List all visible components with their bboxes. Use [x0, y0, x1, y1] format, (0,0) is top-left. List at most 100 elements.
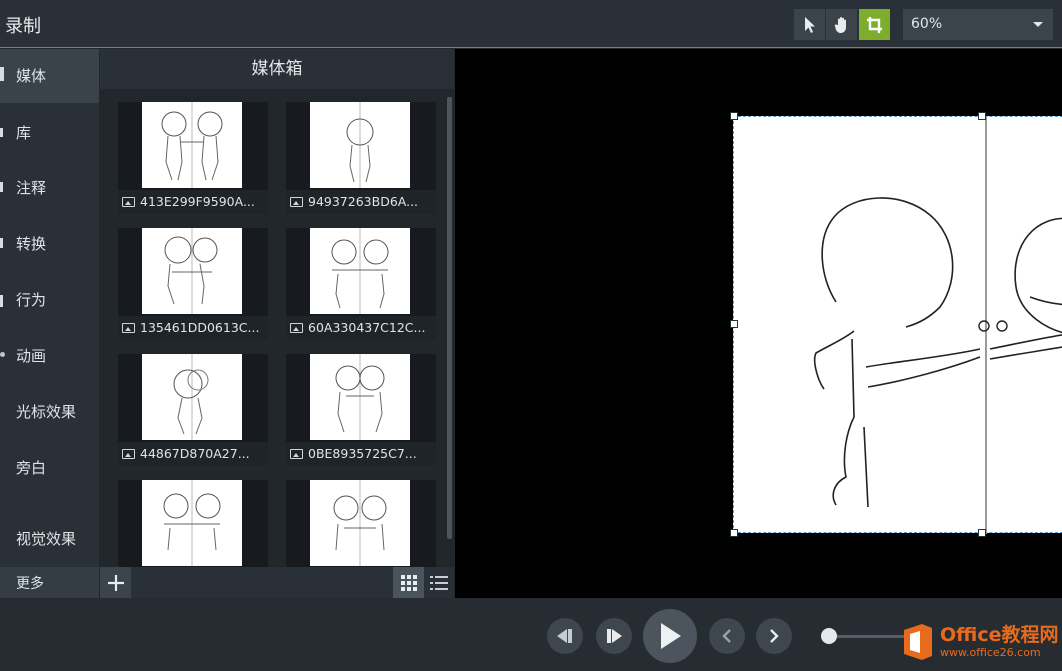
grid-view-icon	[400, 574, 417, 591]
more-button[interactable]: 更多	[0, 567, 99, 598]
canvas-media[interactable]	[733, 116, 1062, 534]
media-thumbnail	[310, 102, 410, 188]
media-item-name: 413E299F9590A...	[118, 190, 268, 214]
resize-handle[interactable]	[730, 529, 738, 537]
add-media-button[interactable]	[100, 567, 131, 598]
media-item[interactable]: 94937263BD6A...	[286, 102, 436, 214]
sidebar-item-label: 光标效果	[16, 403, 77, 421]
media-item-name: 0BE8935725C7...	[286, 442, 436, 466]
media-item-name: 44867D870A27...	[118, 442, 268, 466]
sidebar-item-label: 库	[16, 124, 32, 142]
image-icon	[290, 323, 303, 333]
media-thumbnail	[142, 480, 242, 566]
media-thumbnail	[142, 354, 242, 440]
previous-button[interactable]	[709, 618, 745, 654]
media-bin-footer	[100, 567, 454, 598]
sidebar-item-transitions[interactable]: 转换	[0, 217, 99, 271]
sidebar-item-animations[interactable]: 动画	[0, 329, 99, 383]
list-view-button[interactable]	[424, 567, 454, 598]
sidebar-item-voice-narration[interactable]: 旁白	[0, 441, 99, 495]
sidebar-item-media[interactable]: 媒体	[0, 49, 99, 103]
step-back-button[interactable]	[547, 618, 583, 654]
media-item-name: 94937263BD6A...	[286, 190, 436, 214]
image-icon	[122, 197, 135, 207]
media-thumbnail	[310, 480, 410, 566]
sidebar-item-label: 视觉效果	[16, 530, 77, 548]
sidebar-item-visual-effects[interactable]: 视觉效果	[0, 512, 99, 566]
media-icon	[0, 67, 4, 81]
media-item[interactable]	[286, 480, 436, 567]
crop-tool-button[interactable]	[859, 9, 890, 40]
app-window: 录制 60% 媒体 库 注释 转换 行为 动画 光标效果 旁白 视觉效果 更多 …	[0, 0, 1062, 671]
image-icon	[122, 449, 135, 459]
next-button[interactable]	[756, 618, 792, 654]
resize-handle[interactable]	[978, 529, 986, 537]
image-icon	[122, 323, 135, 333]
grid-view-button[interactable]	[393, 567, 424, 598]
media-bin-panel: 媒体箱 413E299F9590A... 94937263BD6A... 135…	[100, 49, 454, 598]
media-thumbnail	[310, 354, 410, 440]
sidebar-item-annotations[interactable]: 注释	[0, 161, 99, 215]
resize-handle[interactable]	[978, 112, 986, 120]
scrubber-track[interactable]	[828, 635, 908, 638]
sidebar: 媒体 库 注释 转换 行为 动画 光标效果 旁白 视觉效果	[0, 49, 99, 598]
image-icon	[290, 197, 303, 207]
media-thumbnail	[142, 228, 242, 314]
media-item[interactable]: 0BE8935725C7...	[286, 354, 436, 466]
sidebar-item-cursor-effects[interactable]: 光标效果	[0, 385, 99, 439]
library-icon	[0, 128, 3, 137]
watermark: Office教程网 www.office26.com	[900, 618, 1062, 666]
sidebar-item-label: 行为	[16, 291, 47, 309]
media-item[interactable]: 44867D870A27...	[118, 354, 268, 466]
sidebar-item-label: 动画	[16, 347, 47, 365]
top-bar: 录制 60%	[0, 0, 1062, 48]
play-button[interactable]	[643, 609, 697, 663]
watermark-url: www.office26.com	[940, 646, 1041, 659]
media-item[interactable]: 135461DD0613C...	[118, 228, 268, 340]
zoom-dropdown[interactable]: 60%	[903, 9, 1053, 40]
step-back-icon	[557, 629, 572, 643]
zoom-value: 60%	[911, 16, 943, 32]
media-bin-scrollbar[interactable]	[447, 97, 452, 539]
animations-icon	[0, 352, 5, 357]
media-bin-title: 媒体箱	[100, 49, 454, 89]
pointer-icon	[804, 16, 815, 33]
chevron-right-icon	[770, 629, 779, 643]
crop-icon	[866, 16, 882, 33]
resize-handle[interactable]	[730, 112, 738, 120]
plus-icon	[107, 574, 124, 591]
preview-canvas[interactable]	[455, 49, 1062, 598]
list-view-icon	[430, 575, 448, 590]
sidebar-item-library[interactable]: 库	[0, 106, 99, 160]
annotations-icon	[0, 182, 3, 192]
sidebar-item-label: 转换	[16, 235, 47, 253]
scrubber-handle[interactable]	[821, 628, 837, 644]
play-icon	[661, 623, 681, 649]
media-item[interactable]: 60A330437C12C...	[286, 228, 436, 340]
resize-handle[interactable]	[730, 320, 738, 328]
chevron-down-icon	[1033, 22, 1043, 27]
record-title[interactable]: 录制	[5, 12, 41, 38]
transitions-icon	[0, 238, 3, 248]
media-item[interactable]: 413E299F9590A...	[118, 102, 268, 214]
pointer-tool-button[interactable]	[794, 9, 825, 40]
step-forward-button[interactable]	[596, 618, 632, 654]
sidebar-item-behaviors[interactable]: 行为	[0, 273, 99, 327]
step-forward-icon	[607, 629, 622, 643]
image-icon	[290, 449, 303, 459]
media-thumbnail	[142, 102, 242, 188]
playback-bar: Office教程网 www.office26.com	[0, 598, 1062, 671]
media-thumbnail	[310, 228, 410, 314]
chevron-left-icon	[722, 629, 731, 643]
office-logo-icon	[904, 624, 932, 660]
sidebar-item-label: 媒体	[16, 67, 47, 85]
watermark-title: Office教程网	[940, 624, 1059, 646]
media-item[interactable]	[118, 480, 268, 567]
sidebar-item-label: 注释	[16, 179, 47, 197]
canvas-image	[813, 117, 1062, 534]
pan-tool-button[interactable]	[826, 9, 857, 40]
more-label: 更多	[16, 576, 44, 592]
media-item-name: 135461DD0613C...	[118, 316, 268, 340]
behaviors-icon	[0, 295, 3, 307]
hand-icon	[834, 16, 846, 33]
